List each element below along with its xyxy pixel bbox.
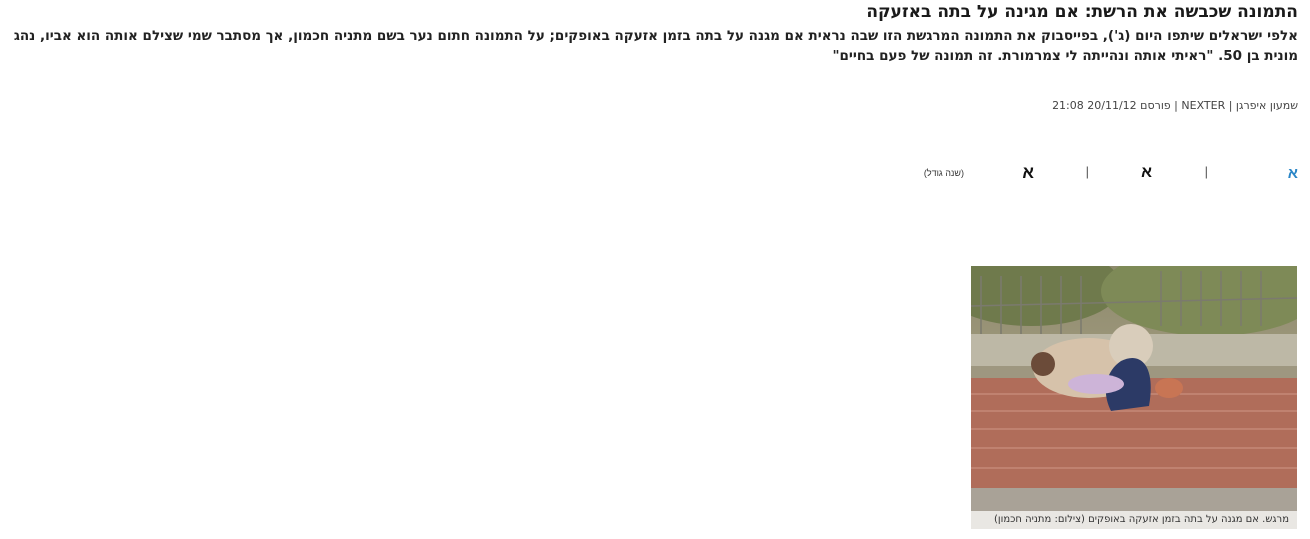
article-byline: שמעון איפרגן | NEXTER | פורסם 20/11/12 2… — [1052, 99, 1298, 112]
article-photo[interactable] — [971, 266, 1297, 511]
font-size-hint: (שנה גודל) — [923, 168, 964, 178]
article-title: התמונה שכבשה את הרשת: אם מגינה על בתה בא… — [866, 2, 1298, 22]
article-lead: אלפי ישראלים שיתפו היום (ג'), בפייסבוק א… — [13, 28, 1298, 64]
article-photo-box: מרגש. אם מגנה על בתה בזמן אזעקה באופקים … — [971, 266, 1297, 529]
font-size-large-button[interactable]: א — [1022, 163, 1034, 183]
font-size-medium-button[interactable]: א — [1141, 164, 1152, 182]
font-size-small-button[interactable]: א — [1288, 165, 1298, 182]
photo-caption: מרגש. אם מגנה על בתה בזמן אזעקה באופקים … — [994, 514, 1289, 525]
font-size-separator: | — [1085, 164, 1089, 179]
font-size-controls: א | א | א (שנה גודל) — [0, 163, 1310, 184]
font-size-separator: | — [1204, 164, 1208, 179]
